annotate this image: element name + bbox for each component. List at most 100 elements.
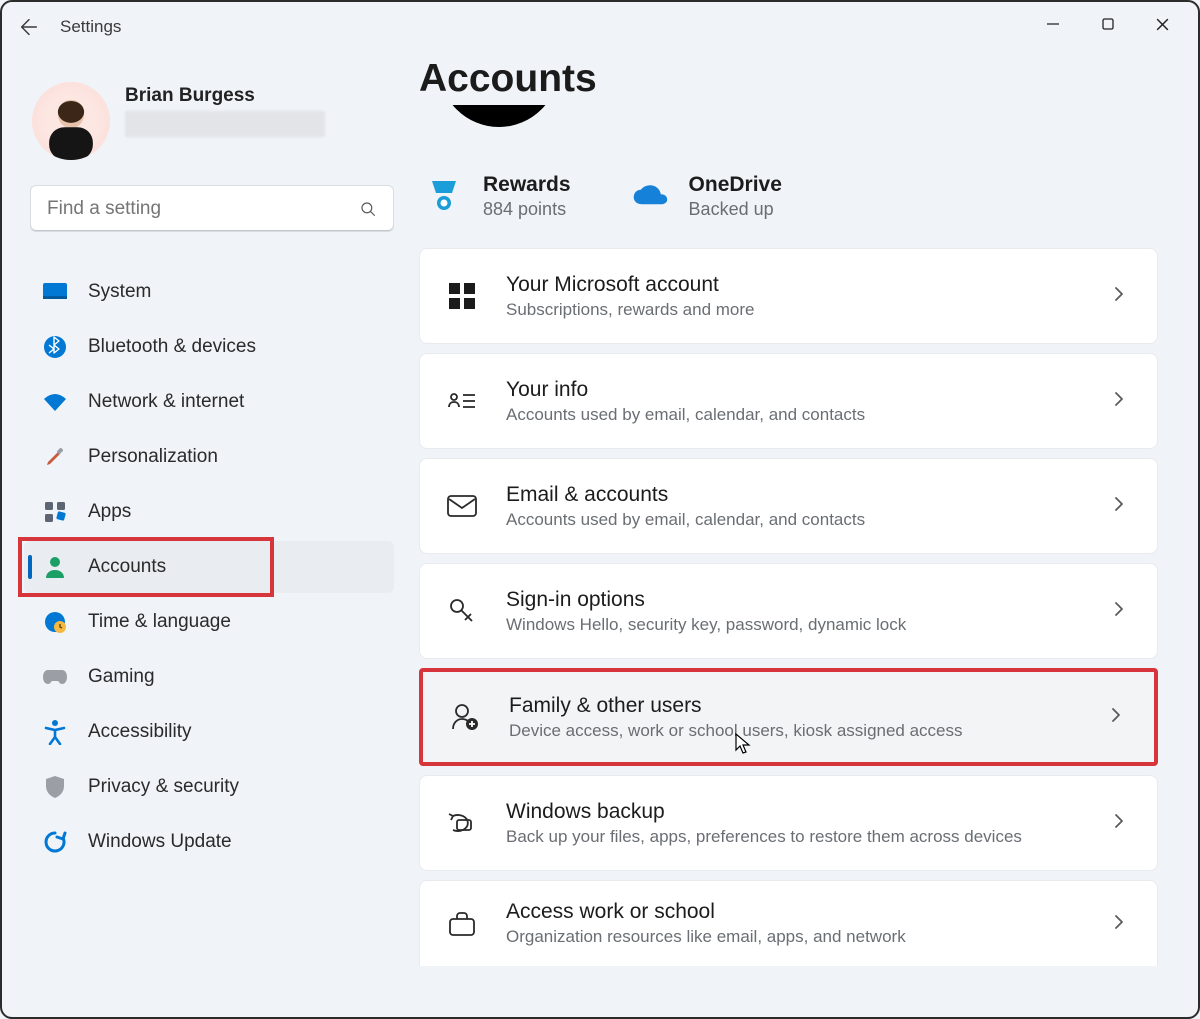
- account-avatar-large: [439, 105, 559, 127]
- bluetooth-icon: [42, 334, 68, 360]
- id-card-icon: [446, 385, 478, 417]
- sidebar-item-bluetooth[interactable]: Bluetooth & devices: [24, 321, 394, 373]
- card-detail: Accounts used by email, calendar, and co…: [506, 510, 1111, 530]
- arrow-left-icon: [18, 16, 40, 38]
- nav-label: Network & internet: [88, 391, 244, 413]
- close-button[interactable]: [1135, 2, 1190, 46]
- backup-icon: [446, 807, 478, 839]
- sidebar-item-privacy[interactable]: Privacy & security: [24, 761, 394, 813]
- window-controls: [1025, 2, 1190, 46]
- window-title: Settings: [60, 17, 121, 37]
- update-icon: [42, 829, 68, 855]
- card-email-accounts[interactable]: Email & accounts Accounts used by email,…: [419, 458, 1158, 554]
- card-title: Your Microsoft account: [506, 273, 1111, 297]
- card-detail: Back up your files, apps, preferences to…: [506, 827, 1111, 847]
- nav-label: Apps: [88, 501, 131, 523]
- card-title: Access work or school: [506, 900, 1111, 924]
- nav-label: Windows Update: [88, 831, 232, 853]
- sidebar-item-time-language[interactable]: Time & language: [24, 596, 394, 648]
- card-microsoft-account[interactable]: Your Microsoft account Subscriptions, re…: [419, 248, 1158, 344]
- card-title: Family & other users: [509, 694, 1108, 718]
- card-family-other-users[interactable]: Family & other users Device access, work…: [419, 668, 1158, 766]
- card-detail: Subscriptions, rewards and more: [506, 300, 1111, 320]
- nav-label: Gaming: [88, 666, 155, 688]
- key-icon: [446, 595, 478, 627]
- maximize-button[interactable]: [1080, 2, 1135, 46]
- summary-onedrive-detail: Backed up: [689, 199, 782, 220]
- apps-icon: [42, 499, 68, 525]
- sidebar-item-personalization[interactable]: Personalization: [24, 431, 394, 483]
- card-windows-backup[interactable]: Windows backup Back up your files, apps,…: [419, 775, 1158, 871]
- nav-label: Personalization: [88, 446, 218, 468]
- chevron-right-icon: [1111, 813, 1131, 833]
- briefcase-icon: [446, 908, 478, 940]
- chevron-right-icon: [1111, 496, 1131, 516]
- sidebar: Brian Burgess System Bluetooth & devices: [24, 52, 419, 1017]
- card-sign-in-options[interactable]: Sign-in options Windows Hello, security …: [419, 563, 1158, 659]
- gamepad-icon: [42, 664, 68, 690]
- card-detail: Accounts used by email, calendar, and co…: [506, 405, 1111, 425]
- summary-rewards[interactable]: Rewards 884 points: [425, 173, 571, 220]
- nav-label: Accounts: [88, 556, 166, 578]
- nav-label: Accessibility: [88, 721, 191, 743]
- rewards-icon: [425, 178, 463, 216]
- titlebar: Settings: [2, 2, 1198, 52]
- card-title: Your info: [506, 378, 1111, 402]
- chevron-right-icon: [1111, 601, 1131, 621]
- sidebar-item-gaming[interactable]: Gaming: [24, 651, 394, 703]
- settings-cards: Your Microsoft account Subscriptions, re…: [419, 248, 1158, 966]
- nav-label: Privacy & security: [88, 776, 239, 798]
- summary-rewards-detail: 884 points: [483, 199, 571, 220]
- sidebar-item-windows-update[interactable]: Windows Update: [24, 816, 394, 868]
- card-access-work-school[interactable]: Access work or school Organization resou…: [419, 880, 1158, 966]
- system-icon: [42, 279, 68, 305]
- shield-icon: [42, 774, 68, 800]
- nav: System Bluetooth & devices Network & int…: [24, 266, 394, 871]
- card-detail: Windows Hello, security key, password, d…: [506, 615, 1111, 635]
- onedrive-icon: [631, 178, 669, 216]
- search-box[interactable]: [30, 185, 394, 232]
- profile-email-redacted: [125, 111, 325, 137]
- nav-label: Time & language: [88, 611, 231, 633]
- chevron-right-icon: [1111, 391, 1131, 411]
- person-add-icon: [449, 701, 481, 733]
- profile-avatar: [32, 82, 110, 160]
- chevron-right-icon: [1111, 286, 1131, 306]
- card-detail: Device access, work or school users, kio…: [509, 721, 1108, 741]
- sidebar-item-accessibility[interactable]: Accessibility: [24, 706, 394, 758]
- back-button[interactable]: [6, 4, 52, 50]
- clock-globe-icon: [42, 609, 68, 635]
- settings-window: Settings Brian Burgess System: [0, 0, 1200, 1019]
- nav-label: System: [88, 281, 151, 303]
- content-area: Accounts Rewards 884 points OneDrive Ba: [419, 52, 1198, 1017]
- card-title: Email & accounts: [506, 483, 1111, 507]
- minimize-button[interactable]: [1025, 2, 1080, 46]
- chevron-right-icon: [1108, 707, 1128, 727]
- page-title: Accounts: [419, 57, 1158, 101]
- sidebar-item-system[interactable]: System: [24, 266, 394, 318]
- summary-onedrive[interactable]: OneDrive Backed up: [631, 173, 782, 220]
- account-summary: Rewards 884 points OneDrive Backed up: [425, 173, 1158, 220]
- profile[interactable]: Brian Burgess: [24, 82, 394, 160]
- profile-name: Brian Burgess: [125, 85, 325, 107]
- summary-rewards-title: Rewards: [483, 173, 571, 197]
- paintbrush-icon: [42, 444, 68, 470]
- account-hero: [419, 105, 1158, 153]
- card-title: Windows backup: [506, 800, 1111, 824]
- chevron-right-icon: [1111, 914, 1131, 934]
- nav-label: Bluetooth & devices: [88, 336, 256, 358]
- accessibility-icon: [42, 719, 68, 745]
- search-icon: [359, 200, 377, 218]
- wifi-icon: [42, 389, 68, 415]
- mail-icon: [446, 490, 478, 522]
- microsoft-icon: [446, 280, 478, 312]
- sidebar-item-apps[interactable]: Apps: [24, 486, 394, 538]
- sidebar-item-network[interactable]: Network & internet: [24, 376, 394, 428]
- card-your-info[interactable]: Your info Accounts used by email, calend…: [419, 353, 1158, 449]
- summary-onedrive-title: OneDrive: [689, 173, 782, 197]
- card-title: Sign-in options: [506, 588, 1111, 612]
- card-detail: Organization resources like email, apps,…: [506, 927, 1111, 947]
- sidebar-item-accounts[interactable]: Accounts: [24, 541, 394, 593]
- person-icon: [42, 554, 68, 580]
- search-input[interactable]: [47, 198, 359, 220]
